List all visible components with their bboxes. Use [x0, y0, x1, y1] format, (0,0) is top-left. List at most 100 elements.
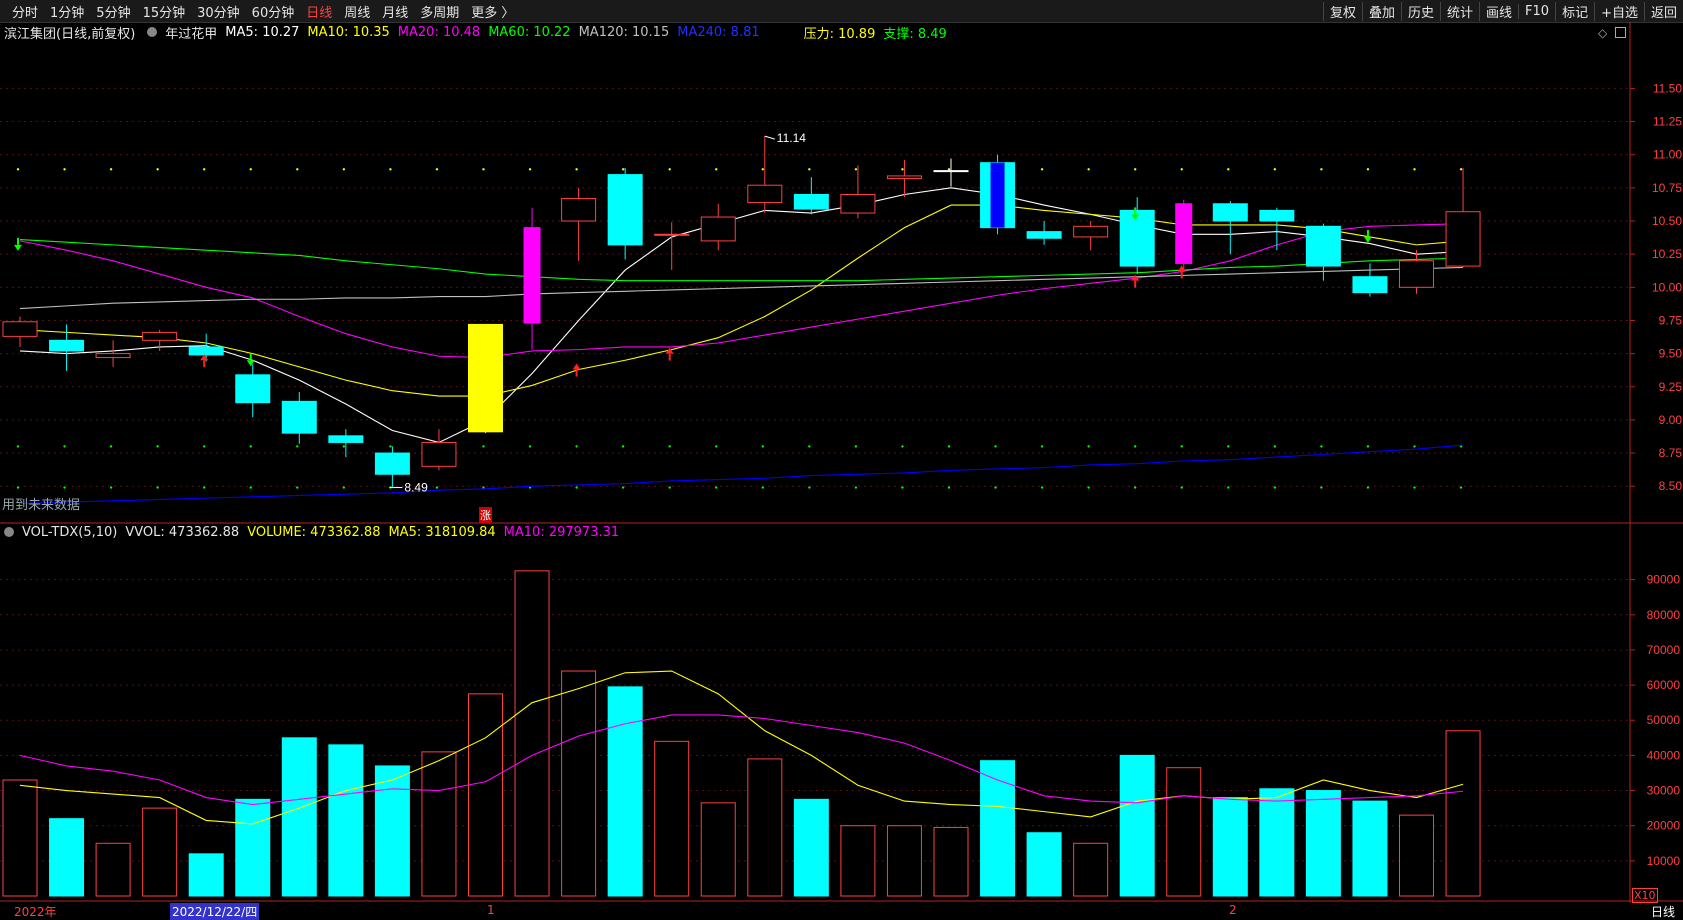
vol-ma10-value: MA10: 297973.31 — [503, 524, 620, 540]
candle-body-4 — [188, 346, 224, 356]
volume-bar-23 — [1073, 842, 1109, 897]
date-axis-bar: 2022年 2022/12/22/四 1 2 日线 — [0, 903, 1683, 920]
vvol-value: VVOL: 473362.88 — [125, 524, 240, 540]
support-line-upper-dot-2 — [109, 445, 113, 448]
candle-body-30 — [1399, 260, 1434, 288]
candle-body-12 — [561, 197, 597, 222]
volume-bar-28 — [1305, 790, 1341, 897]
period-tab-0[interactable]: 分时 — [6, 2, 44, 21]
volume-settings-dot-icon[interactable] — [4, 527, 14, 537]
candle-core-21 — [990, 162, 1005, 228]
tool-button-8[interactable]: 返回 — [1643, 1, 1683, 21]
support-line-upper-dot-11 — [528, 445, 532, 448]
pressure-line-dot-4 — [203, 168, 206, 171]
volume-tick-label-5: 60000 — [1647, 678, 1681, 692]
tool-button-6[interactable]: 标记 — [1555, 1, 1594, 21]
pressure-line-dot-19 — [901, 168, 904, 171]
ma-line-ma5 — [19, 187, 1464, 444]
volume-bar-7 — [328, 744, 364, 897]
price-tick-label-12: 11.50 — [1653, 81, 1682, 95]
period-tab-5[interactable]: 60分钟 — [246, 2, 301, 21]
volume-tick-label-0: 10000 — [1647, 854, 1681, 868]
volume-bar-20 — [933, 826, 969, 897]
period-tab-10[interactable]: 更多 〉 — [465, 2, 520, 21]
tool-button-3[interactable]: 统计 — [1440, 1, 1479, 21]
tool-button-7[interactable]: +自选 — [1594, 1, 1644, 21]
month-label-2: 2 — [1229, 903, 1237, 917]
up-arrow-icon-7 — [1177, 265, 1186, 272]
support-line-upper-dot-10 — [482, 445, 485, 448]
tool-button-0[interactable]: 复权 — [1322, 1, 1362, 21]
volume-bar-10 — [468, 693, 503, 897]
support-line-upper-dot-14 — [668, 445, 671, 448]
candle-body-26 — [1212, 203, 1248, 222]
pressure-line-dot-2 — [109, 168, 113, 171]
price-tick-label-2: 9.00 — [1659, 413, 1683, 427]
period-tab-4[interactable]: 30分钟 — [191, 2, 246, 21]
pressure-line-dot-28 — [1320, 168, 1323, 171]
candle-body-0 — [2, 321, 38, 337]
pressure-line-dot-1 — [63, 168, 66, 171]
period-tab-9[interactable]: 多周期 — [414, 2, 465, 21]
high-price-pointer — [764, 135, 775, 140]
candle-body-15 — [700, 216, 736, 242]
support-line-upper-dot-25 — [1180, 445, 1183, 448]
period-tab-6[interactable]: 日线 — [300, 2, 338, 21]
period-tab-8[interactable]: 月线 — [376, 2, 414, 21]
volume-bar-12 — [561, 670, 597, 897]
support-line-dot-13 — [621, 486, 625, 489]
candle-body-13 — [607, 174, 643, 246]
tool-button-1[interactable]: 叠加 — [1361, 1, 1401, 21]
low-price-label: 8.49 — [404, 481, 428, 495]
volume-bar-5 — [235, 798, 271, 897]
pressure-line-dot-15 — [715, 168, 718, 171]
period-tab-1[interactable]: 1分钟 — [44, 2, 90, 21]
tool-button-2[interactable]: 历史 — [1400, 1, 1440, 21]
candle-body-19 — [886, 175, 922, 180]
volume-scale-badge[interactable]: X10 — [1632, 888, 1658, 903]
period-label[interactable]: 日线 — [1651, 903, 1675, 920]
period-tab-7[interactable]: 周线 — [338, 2, 376, 21]
period-tab-2[interactable]: 5分钟 — [90, 2, 136, 21]
support-line-dot-20 — [947, 486, 951, 489]
volume-bar-22 — [1026, 832, 1062, 897]
pressure-line-dot-25 — [1180, 168, 1183, 171]
kline-chart[interactable]: 8.50 8.75 9.00 9.25 9.50 9.75 10.00 10.25 10.50 1… — [0, 22, 1683, 903]
support-line-upper-dot-8 — [389, 445, 392, 448]
volume-bar-0 — [2, 779, 38, 897]
down-arrow-icon-0 — [14, 244, 22, 251]
support-line-dot-19 — [901, 486, 904, 489]
support-line-upper-dot-20 — [947, 445, 951, 448]
volume-bar-15 — [700, 802, 736, 897]
candle-body-3 — [142, 331, 178, 341]
rise-marker: 涨 — [479, 507, 492, 523]
pressure-line-dot-17 — [808, 168, 811, 171]
year-label: 2022年 — [14, 905, 57, 919]
volume-bar-21 — [980, 760, 1016, 897]
volume-bar-25 — [1166, 767, 1202, 897]
volume-bar-31 — [1445, 730, 1481, 897]
tool-button-5[interactable]: F10 — [1518, 3, 1555, 19]
candle-body-23 — [1073, 225, 1109, 238]
volume-bar-6 — [281, 737, 317, 897]
candle-body-14 — [654, 233, 690, 236]
tool-button-4[interactable]: 画线 — [1479, 1, 1518, 21]
support-line-upper-dot-3 — [156, 445, 159, 448]
support-line-dot-1 — [63, 486, 66, 489]
support-line-upper-dot-1 — [63, 445, 66, 448]
price-tick-label-4: 9.50 — [1659, 347, 1683, 361]
pressure-line-dot-31 — [1459, 168, 1463, 171]
support-line-dot-22 — [1040, 486, 1044, 489]
volume-bar-30 — [1399, 814, 1434, 897]
volume-bar-1 — [49, 818, 85, 897]
candle-body-6 — [281, 400, 317, 434]
period-tab-3[interactable]: 15分钟 — [137, 2, 192, 21]
support-line-dot-5 — [249, 486, 252, 489]
support-line-upper-dot-18 — [854, 445, 858, 448]
pressure-line-dot-7 — [342, 168, 346, 171]
support-line-upper-dot-29 — [1366, 445, 1370, 448]
pressure-line-dot-22 — [1040, 168, 1044, 171]
volume-bar-4 — [188, 853, 224, 897]
tool-buttons: 复权 叠加 历史 统计 画线 F10 标记 +自选 返回 — [1322, 1, 1683, 21]
candle-body-24 — [1119, 209, 1155, 267]
